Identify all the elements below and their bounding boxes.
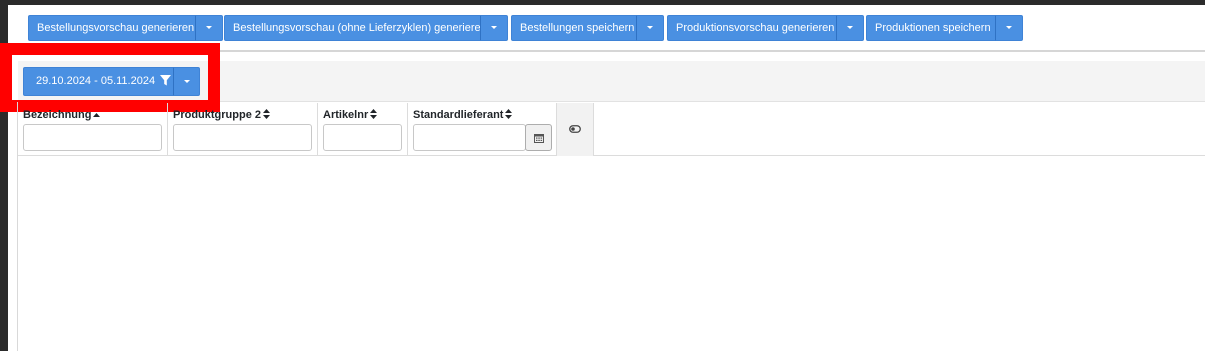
sort-ascending-icon [93,113,101,117]
content-area [8,5,1205,351]
produktgruppe-2-filter-input[interactable] [173,124,312,151]
caret-down-icon [647,26,653,29]
calendar-button[interactable] [525,124,552,151]
order-preview-no-cycles-button-group: Bestellungsvorschau (ohne Lieferzyklen) … [224,15,508,41]
column-header-artikelnr[interactable]: Artikelnr [323,109,378,121]
save-orders-dropdown-toggle[interactable] [636,15,664,41]
save-orders-button[interactable]: Bestellungen speichern [511,15,636,41]
standardlieferant-filter-input[interactable] [413,124,526,151]
column-artikelnr: Artikelnr [318,103,408,156]
save-productions-button[interactable]: Produktionen speichern [866,15,995,41]
date-range-button-group: 29.10.2024 - 05.11.2024 [23,67,200,96]
date-range-label: 29.10.2024 - 05.11.2024 [36,75,156,87]
toolbar-separator [18,50,1205,52]
column-header-bezeichnung[interactable]: Bezeichnung [23,109,101,121]
column-toggle-cell [557,103,594,156]
bezeichnung-filter-input[interactable] [23,124,162,151]
caret-down-icon [1006,26,1012,29]
column-header-label: Bezeichnung [23,109,92,121]
column-header-label: Produktgruppe 2 [173,109,262,121]
order-preview-button-group: Bestellungsvorschau generieren [28,15,223,41]
order-preview-no-cycles-dropdown-toggle[interactable] [480,15,508,41]
production-preview-dropdown-toggle[interactable] [836,15,864,41]
caret-down-icon [206,26,212,29]
sort-icon [505,109,513,119]
column-header-label: Artikelnr [323,109,369,121]
calendar-icon [534,134,544,143]
filter-icon [160,75,172,86]
date-range-dropdown-toggle[interactable] [173,67,200,96]
column-header-label: Standardlieferant [413,109,504,121]
caret-down-icon [847,26,853,29]
save-productions-dropdown-toggle[interactable] [995,15,1023,41]
order-preview-dropdown-toggle[interactable] [195,15,223,41]
column-produktgruppe-2: Produktgruppe 2 [168,103,318,156]
date-range-button[interactable]: 29.10.2024 - 05.11.2024 [23,67,173,96]
sort-icon [370,109,378,119]
grid-header: Bezeichnung Produktgruppe 2 Artikelnr St… [18,103,1205,156]
artikelnr-filter-input[interactable] [323,124,402,151]
toggle-icon[interactable] [569,125,581,133]
caret-down-icon [491,26,497,29]
order-preview-button[interactable]: Bestellungsvorschau generieren [28,15,195,41]
caret-down-icon [183,79,190,83]
production-preview-button[interactable]: Produktionsvorschau generieren [667,15,836,41]
column-standardlieferant: Standardlieferant [408,103,557,156]
column-header-standardlieferant[interactable]: Standardlieferant [413,109,513,121]
save-orders-button-group: Bestellungen speichern [511,15,664,41]
column-bezeichnung: Bezeichnung [18,103,168,156]
production-preview-button-group: Produktionsvorschau generieren [667,15,864,41]
sort-icon [263,109,271,119]
save-productions-button-group: Produktionen speichern [866,15,1023,41]
window-left-edge [0,0,8,351]
order-preview-no-cycles-button[interactable]: Bestellungsvorschau (ohne Lieferzyklen) … [224,15,487,41]
column-header-produktgruppe-2[interactable]: Produktgruppe 2 [173,109,271,121]
